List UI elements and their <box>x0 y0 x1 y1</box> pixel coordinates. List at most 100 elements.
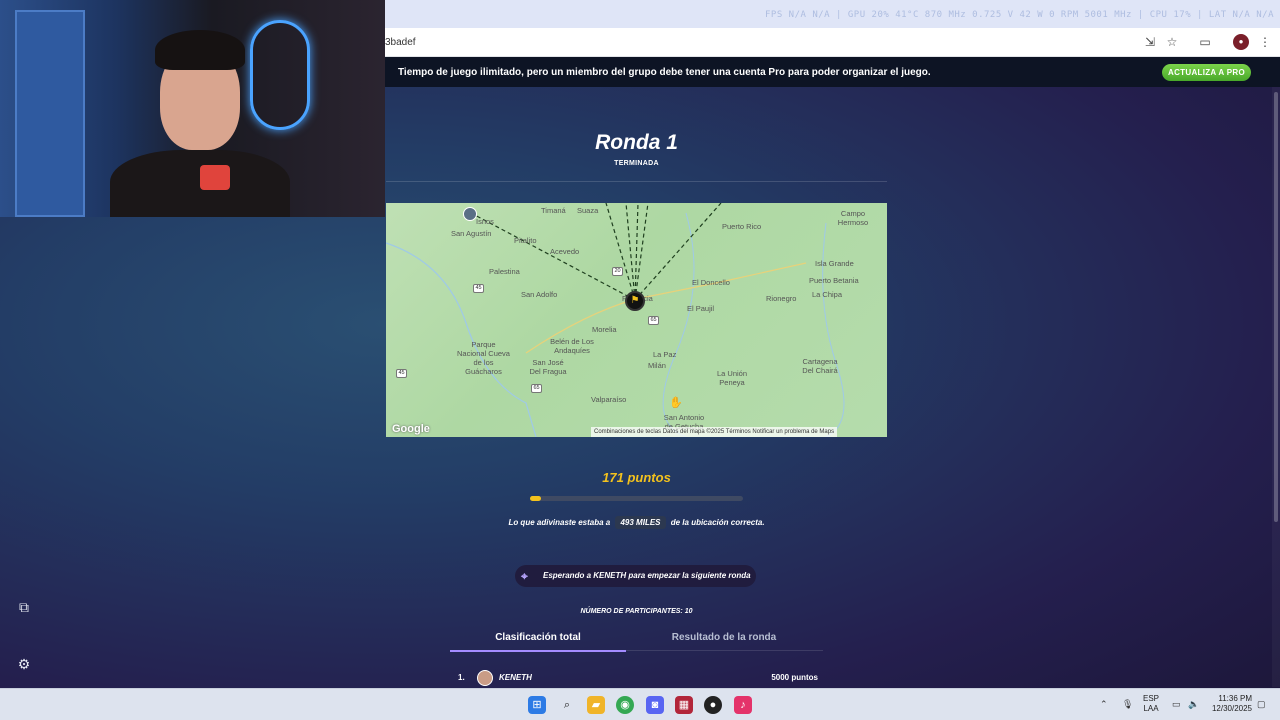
waiting-status: ⌖ Esperando a KENETH para empezar la sig… <box>515 565 756 587</box>
network-icon[interactable]: ▭ <box>1172 699 1181 710</box>
notification-icon[interactable]: ▢ <box>1257 699 1266 710</box>
chrome-icon[interactable]: ◉ <box>616 696 634 714</box>
obs-icon[interactable]: ● <box>704 696 722 714</box>
road-shield: 65 <box>531 384 542 393</box>
leaderboard-points: 5000 puntos <box>771 673 818 682</box>
bookmark-star-icon[interactable]: ☆ <box>1164 34 1180 50</box>
player-guess-pin[interactable] <box>463 207 477 221</box>
map-place: Pitalito <box>514 236 537 245</box>
leaderboard-row[interactable]: 1. KENETH 5000 puntos <box>450 668 823 688</box>
clock-time: 11:36 PM <box>1218 694 1252 703</box>
tray-chevron-icon[interactable]: ⌃ <box>1100 699 1108 710</box>
install-app-icon[interactable]: ⇲ <box>1142 34 1158 50</box>
clock-date: 12/30/2025 <box>1211 704 1252 713</box>
leaderboard-rank: 1. <box>458 673 465 682</box>
map-place: Morelia <box>592 325 617 334</box>
webcam-overlay <box>0 0 385 217</box>
map-place: Isnos <box>476 217 494 226</box>
leaderboard-name: KENETH <box>499 673 532 682</box>
map-place: El Paujil <box>687 304 715 313</box>
active-tab-indicator <box>450 650 626 652</box>
cast-icon[interactable]: ▭ <box>1197 34 1213 50</box>
volume-icon[interactable]: 🔈 <box>1188 699 1199 710</box>
webcam-door <box>15 10 85 217</box>
chat-icon[interactable]: ⧉ <box>15 598 33 616</box>
result-map[interactable]: San Agustín Isnos Timaná Suaza Pitalito … <box>386 203 887 437</box>
guess-line <box>605 203 636 301</box>
tab-divider <box>626 650 823 651</box>
waiting-text: Esperando a KENETH para empezar la sigui… <box>543 571 751 580</box>
distance-value: 493 MILES <box>615 516 666 529</box>
header-divider <box>386 181 887 182</box>
upgrade-pro-button[interactable]: ACTUALIZA A PRO <box>1162 64 1251 81</box>
map-place: Puerto Betania <box>809 276 859 285</box>
performance-overlay: FPS N/A N/A | GPU 20% 41°C 870 MHz 0.725… <box>765 10 1274 20</box>
menu-kebab-icon[interactable]: ⋮ <box>1257 34 1273 50</box>
map-place: Parque Nacional Cueva de los Guácharos <box>457 340 510 376</box>
language-indicator[interactable]: ESP LAA <box>1143 694 1159 714</box>
url-text[interactable]: 3badef <box>385 37 416 48</box>
webcam-person-hair <box>155 30 245 70</box>
promo-text: Tiempo de juego ilimitado, pero un miemb… <box>398 67 931 78</box>
round-title: Ronda 1 <box>595 131 678 154</box>
app-icon[interactable]: ▦ <box>675 696 693 714</box>
map-place: San Agustín <box>451 229 492 238</box>
language-code: ESP <box>1143 694 1160 703</box>
map-place: San Adolfo <box>521 290 558 299</box>
round-status: TERMINADA <box>614 160 659 167</box>
search-icon[interactable]: ⌕ <box>558 696 576 714</box>
system-clock[interactable]: 11:36 PM 12/30/2025 <box>1205 694 1252 714</box>
address-bar[interactable]: 3badef ⇲ ☆ ▭ ● ⋮ <box>385 28 1280 57</box>
map-place: Isla Grande <box>815 259 854 268</box>
map-place: San José Del Fragua <box>529 358 567 376</box>
road-shield: 45 <box>396 369 407 378</box>
road-shield: 65 <box>648 316 659 325</box>
windows-start-icon[interactable]: ⊞ <box>528 696 546 714</box>
taskbar: ⊞ ⌕ ▰ ◉ ◙ ▦ ● ♪ ⌃ 🎙 ESP LAA ▭ 🔈 11:36 PM… <box>0 688 1280 720</box>
road-shield: 45 <box>473 284 484 293</box>
points-progress-bar <box>530 496 743 501</box>
promo-banner: Tiempo de juego ilimitado, pero un miemb… <box>385 57 1280 87</box>
map-place: La Chipa <box>812 290 843 299</box>
map-place: Campo Hermoso <box>837 209 869 227</box>
tab-round-result[interactable]: Resultado de la ronda <box>636 632 812 643</box>
file-explorer-icon[interactable]: ▰ <box>587 696 605 714</box>
map-place: Valparaíso <box>591 395 627 404</box>
settings-gear-icon[interactable]: ⚙ <box>15 655 33 673</box>
map-drawing <box>386 203 845 437</box>
discord-icon[interactable]: ◙ <box>646 696 664 714</box>
webcam-neon-light <box>250 20 310 130</box>
map-place: Timaná <box>541 206 566 215</box>
webcam-lamp <box>200 165 230 190</box>
distance-prefix: Lo que adivinaste estaba a <box>508 518 611 527</box>
participants-count: NÚMERO DE PARTICIPANTES: 10 <box>580 608 693 615</box>
river-line <box>822 222 845 437</box>
map-attribution[interactable]: Combinaciones de teclas Datos del mapa ©… <box>591 427 838 437</box>
pointer-icon: ⌖ <box>521 569 528 583</box>
map-place: La Unión Peneya <box>716 369 748 387</box>
distance-text: Lo que adivinaste estaba a 493 MILES de … <box>386 516 887 529</box>
hand-cursor-icon: ✋ <box>669 397 683 409</box>
guess-line <box>634 203 649 301</box>
correct-location-flag-icon[interactable]: ⚑ <box>625 291 645 311</box>
profile-avatar-icon[interactable]: ● <box>1233 34 1249 50</box>
map-place: Acevedo <box>550 247 580 256</box>
map-place: Cartagena Del Chairá <box>802 357 838 375</box>
map-place: La Paz <box>653 350 677 359</box>
layout-code: LAA <box>1143 704 1159 713</box>
scrollbar-thumb[interactable] <box>1274 92 1278 522</box>
tab-total-ranking[interactable]: Clasificación total <box>450 632 626 643</box>
map-place: Belén de Los Andaquíes <box>550 337 594 355</box>
tiktok-icon[interactable]: ♪ <box>734 696 752 714</box>
map-place: Milán <box>648 361 666 370</box>
map-place: Rionegro <box>766 294 797 303</box>
microphone-icon[interactable]: 🎙 <box>1122 699 1133 710</box>
guess-line <box>470 212 636 301</box>
distance-suffix: de la ubicación correcta. <box>670 518 765 527</box>
google-logo: Google <box>392 423 430 435</box>
map-place: El Doncello <box>692 278 730 287</box>
map-place: Suaza <box>577 206 599 215</box>
road-shield: 20 <box>612 267 623 276</box>
map-place: Puerto Rico <box>722 222 762 231</box>
browser-titlebar: FPS N/A N/A | GPU 20% 41°C 870 MHz 0.725… <box>385 0 1280 28</box>
